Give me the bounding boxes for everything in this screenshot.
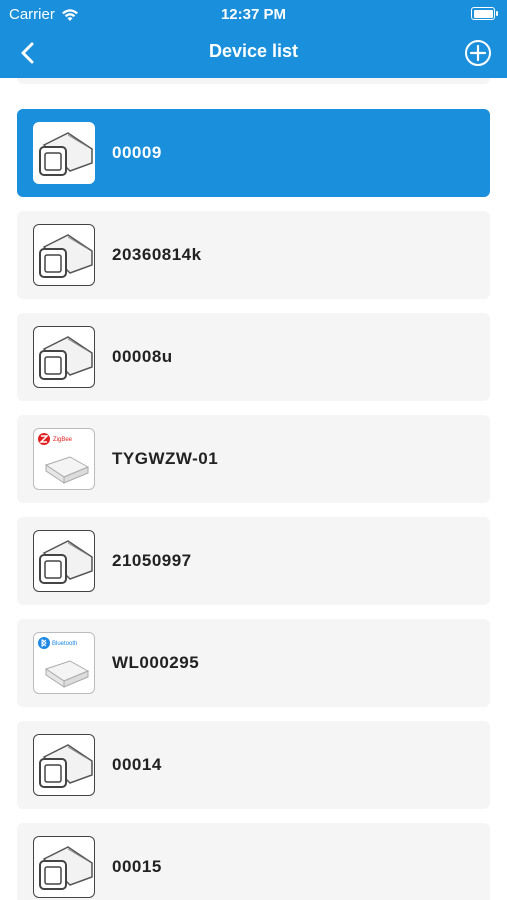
device-card[interactable] <box>17 78 490 84</box>
device-name: 21050997 <box>112 551 192 570</box>
lock-cylinder-icon <box>33 224 95 286</box>
lock-cylinder-icon <box>33 836 95 898</box>
device-name: 00015 <box>112 857 162 876</box>
zigbee-badge-text: ZigBee <box>53 437 73 443</box>
lock-cylinder-icon <box>33 122 95 184</box>
device-card[interactable]: 00015 <box>17 823 490 900</box>
device-card-selected[interactable]: 00009 <box>17 109 490 197</box>
battery-icon <box>471 7 498 20</box>
lock-cylinder-icon <box>33 326 95 388</box>
device-card[interactable]: 00014 <box>17 721 490 809</box>
device-name: 00008u <box>112 347 173 366</box>
zigbee-gateway-icon: ZigBee <box>33 428 95 490</box>
device-name: 20360814k <box>112 245 202 264</box>
device-name: WL000295 <box>112 653 200 672</box>
device-card[interactable]: 21050997 <box>17 517 490 605</box>
device-name: 00009 <box>112 143 162 162</box>
lock-cylinder-icon <box>33 530 95 592</box>
device-card[interactable]: 20360814k <box>17 211 490 299</box>
device-list[interactable]: 00009 20360814k 00008u ZigBee TYGWZW-01 … <box>0 78 507 900</box>
page-title: Device list <box>208 41 299 61</box>
bluetooth-badge-text: Bluetooth <box>52 641 77 647</box>
status-bar: Carrier 12:37 PM <box>0 0 507 28</box>
device-card[interactable]: ZigBee TYGWZW-01 <box>17 415 490 503</box>
bluetooth-gateway-icon: Bluetooth <box>33 632 95 694</box>
device-name: 00014 <box>112 755 162 774</box>
nav-bar: Device list <box>0 28 507 78</box>
lock-cylinder-icon <box>33 734 95 796</box>
device-card[interactable]: Bluetooth WL000295 <box>17 619 490 707</box>
status-time: 12:37 PM <box>220 6 287 23</box>
device-name: TYGWZW-01 <box>112 449 219 468</box>
device-card[interactable]: 00008u <box>17 313 490 401</box>
add-device-button[interactable] <box>463 38 493 68</box>
app-header: Carrier 12:37 PM Device list <box>0 0 507 78</box>
